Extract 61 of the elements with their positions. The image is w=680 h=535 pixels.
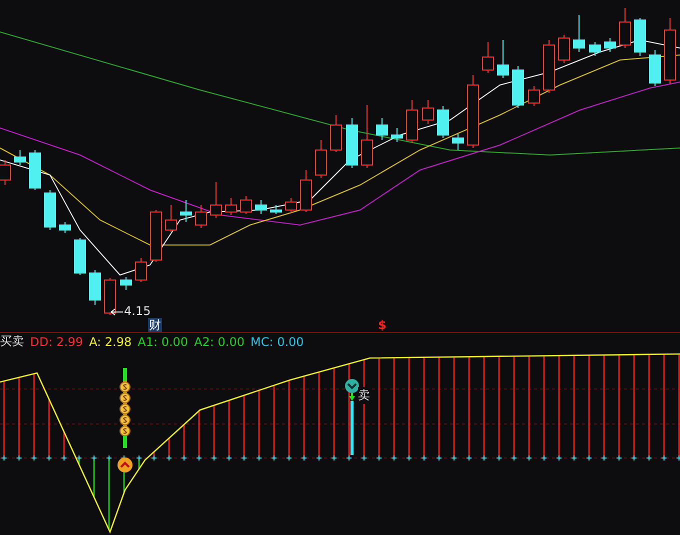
candlestick: [649, 50, 661, 86]
candlestick: [165, 204, 177, 232]
candlestick: [497, 40, 509, 78]
candlestick: [150, 210, 162, 262]
sell-signal-label: 卖: [358, 387, 370, 404]
money-bag-icon: [118, 413, 132, 425]
candlestick: [589, 42, 601, 56]
candlestick: [104, 278, 116, 316]
event-marker[interactable]: 财: [148, 318, 162, 332]
indicator-value: DD: 2.99: [30, 334, 84, 348]
candlestick: [44, 190, 56, 230]
candlestick: [543, 40, 555, 94]
candlestick: [512, 66, 524, 108]
candlestick: [558, 34, 570, 64]
low-price-label: 4.15: [124, 304, 151, 318]
candlestick: [225, 198, 237, 216]
candlestick: [573, 14, 585, 52]
candlestick: [300, 170, 312, 212]
candlestick: [604, 38, 616, 52]
candlestick: [406, 100, 418, 144]
candlestick: [240, 196, 252, 214]
candlestick: [14, 150, 26, 166]
candlestick: [619, 8, 631, 48]
candlestick: [29, 150, 41, 190]
indicator-value: A: 2.98: [89, 334, 132, 348]
candlestick: [210, 182, 222, 218]
candlestick: [482, 42, 494, 74]
candlestick: [346, 118, 358, 168]
candlestick: [315, 140, 327, 178]
candlestick: [59, 222, 71, 234]
indicator-value: A2: 0.00: [194, 334, 244, 348]
candlestick: [391, 128, 403, 142]
indicator-value: MC: 0.00: [250, 334, 304, 348]
indicator-name: 买卖: [0, 333, 24, 350]
event-marker[interactable]: $: [378, 318, 386, 332]
candlestick: [422, 100, 434, 124]
candlestick: [74, 238, 86, 276]
candlestick: [180, 200, 192, 222]
candlestick: [120, 276, 132, 290]
money-bag-icon: [118, 402, 132, 414]
sell-signal-icon[interactable]: [344, 379, 360, 455]
candlestick: [330, 114, 342, 152]
candlestick: [361, 104, 373, 168]
candlestick: [437, 106, 449, 138]
candlestick: [452, 134, 464, 150]
candlestick: [270, 204, 282, 214]
candlestick: [89, 270, 101, 306]
money-bag-icon: [118, 424, 132, 436]
candlestick: [285, 198, 297, 214]
buy-signal-icon[interactable]: [117, 457, 133, 473]
candlestick: [634, 18, 646, 56]
left-arrow-icon: [110, 308, 124, 316]
money-bag-icon: [118, 380, 132, 392]
indicator-value: A1: 0.00: [138, 334, 188, 348]
candlestick: [255, 200, 267, 214]
candlestick: [195, 204, 207, 228]
candlestick: [376, 118, 388, 140]
candlestick: [135, 258, 147, 282]
candlestick: [528, 86, 540, 106]
money-bag-icon: [118, 391, 132, 403]
candlestick: [664, 18, 676, 84]
